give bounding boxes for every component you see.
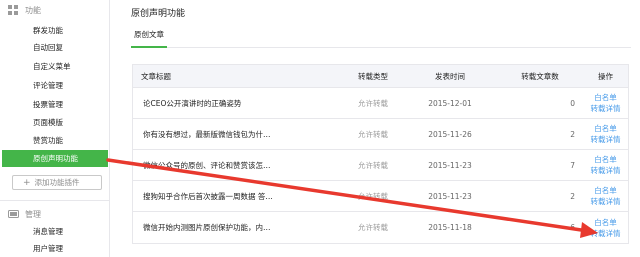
table-row: 微信开始内测图片原创保护功能，内… 允许转载 2015-11-18 6 白名单 …	[133, 212, 628, 243]
reprint-count: 6	[570, 223, 575, 232]
sidebar-item-original-declaration[interactable]: 原创声明功能	[2, 150, 108, 167]
reprint-details-link[interactable]: 转载详情	[591, 103, 621, 114]
sidebar-item-mass-send[interactable]: 群发功能	[0, 22, 110, 39]
header-type: 转载类型	[358, 71, 388, 81]
table-row: 微信公众号的原创、评论和赞赏该怎… 允许转载 2015-11-23 7 白名单 …	[133, 150, 628, 181]
sidebar: 功能 群发功能 自动回复 自定义菜单 评论管理 投票管理 页面模版 赞赏功能 原…	[0, 0, 110, 257]
sidebar-item-comments[interactable]: 评论管理	[0, 77, 110, 94]
articles-table: 文章标题 转载类型 发表时间 转载文章数 操作 论CEO公开演讲时的正确姿势 允…	[132, 64, 629, 244]
add-plugin-label: 添加功能插件	[34, 178, 80, 187]
article-title[interactable]: 搜狗知乎合作后首次披露一周数据 答…	[143, 181, 293, 211]
table-header: 文章标题 转载类型 发表时间 转载文章数 操作	[133, 65, 628, 88]
sidebar-item-page-templates[interactable]: 页面模版	[0, 114, 110, 131]
sidebar-item-appreciation[interactable]: 赞赏功能	[0, 132, 110, 149]
sidebar-item-auto-reply[interactable]: 自动回复	[0, 39, 110, 56]
whitelist-link[interactable]: 白名单	[594, 123, 617, 134]
plus-icon: +	[23, 177, 31, 188]
reprint-details-link[interactable]: 转载详情	[591, 196, 621, 207]
header-op: 操作	[598, 71, 613, 81]
section-manage: 管理	[8, 207, 41, 221]
add-plugin-button[interactable]: + 添加功能插件	[12, 175, 102, 190]
reprint-count: 2	[570, 129, 575, 139]
publish-time: 2015-11-18	[428, 223, 472, 232]
reprint-details-link[interactable]: 转载详情	[591, 228, 621, 239]
row-actions: 白名单 转载详情	[583, 212, 628, 243]
folder-icon	[8, 209, 19, 219]
sidebar-item-messages[interactable]: 消息管理	[0, 223, 110, 240]
publish-time: 2015-12-01	[428, 98, 472, 108]
page-title: 原创声明功能	[131, 9, 186, 19]
whitelist-link[interactable]: 白名单	[594, 154, 617, 165]
reprint-details-link[interactable]: 转载详情	[591, 165, 621, 176]
row-actions: 白名单 转载详情	[583, 88, 628, 118]
article-title[interactable]: 你有没有想过，最新版微信钱包为什…	[143, 119, 293, 149]
header-title: 文章标题	[141, 71, 171, 81]
table-row: 搜狗知乎合作后首次披露一周数据 答… 允许转载 2015-11-23 2 白名单…	[133, 181, 628, 212]
article-title[interactable]: 微信公众号的原创、评论和赞赏该怎…	[143, 150, 293, 180]
section-function: 功能	[8, 3, 41, 17]
reprint-type: 允许转载	[358, 98, 388, 108]
publish-time: 2015-11-26	[428, 129, 472, 139]
whitelist-link[interactable]: 白名单	[594, 217, 617, 228]
reprint-count: 0	[570, 98, 575, 108]
row-actions: 白名单 转载详情	[583, 119, 628, 149]
whitelist-link[interactable]: 白名单	[594, 92, 617, 103]
table-row: 你有没有想过，最新版微信钱包为什… 允许转载 2015-11-26 2 白名单 …	[133, 119, 628, 150]
reprint-type: 允许转载	[358, 223, 388, 232]
reprint-type: 允许转载	[358, 160, 388, 170]
article-title[interactable]: 论CEO公开演讲时的正确姿势	[143, 88, 293, 118]
publish-time: 2015-11-23	[428, 160, 472, 170]
sidebar-divider	[0, 200, 110, 201]
tab-original-articles[interactable]: 原创文章	[131, 28, 167, 48]
header-count: 转载文章数	[521, 71, 559, 81]
main-content: 原创声明功能 原创文章 文章标题 转载类型 发表时间 转载文章数 操作 论CEO…	[111, 0, 640, 257]
tab-bar: 原创文章	[131, 28, 631, 48]
reprint-type: 允许转载	[358, 129, 388, 139]
article-title[interactable]: 微信开始内测图片原创保护功能，内…	[143, 212, 293, 243]
whitelist-link[interactable]: 白名单	[594, 185, 617, 196]
sidebar-item-users[interactable]: 用户管理	[0, 240, 110, 257]
row-actions: 白名单 转载详情	[583, 150, 628, 180]
reprint-details-link[interactable]: 转载详情	[591, 134, 621, 145]
sidebar-item-votes[interactable]: 投票管理	[0, 96, 110, 113]
reprint-type: 允许转载	[358, 191, 388, 201]
publish-time: 2015-11-23	[428, 191, 472, 201]
header-time: 发表时间	[435, 71, 465, 81]
section-manage-label: 管理	[25, 209, 41, 219]
reprint-count: 7	[570, 160, 575, 170]
row-actions: 白名单 转载详情	[583, 181, 628, 211]
section-function-label: 功能	[25, 5, 41, 15]
table-row: 论CEO公开演讲时的正确姿势 允许转载 2015-12-01 0 白名单 转载详…	[133, 88, 628, 119]
reprint-count: 2	[570, 191, 575, 201]
sidebar-item-custom-menu[interactable]: 自定义菜单	[0, 58, 110, 75]
grid-icon	[8, 5, 18, 15]
